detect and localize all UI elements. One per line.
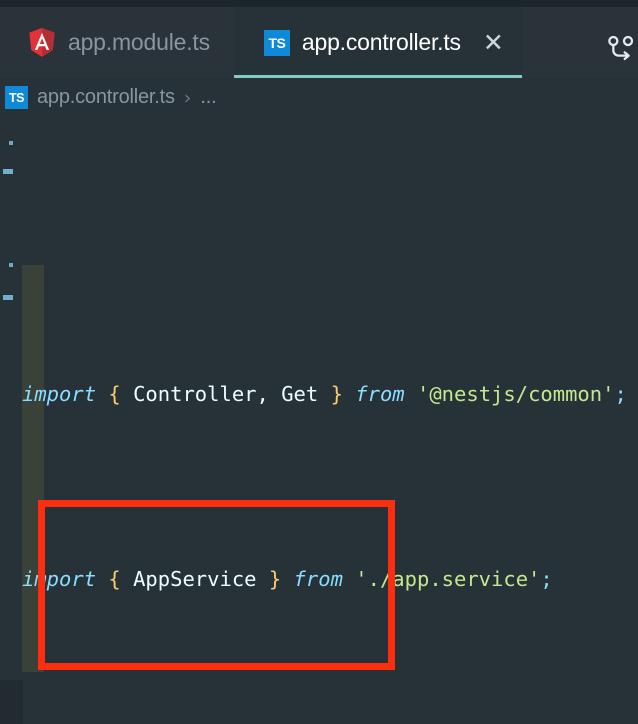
code-line[interactable]: import { Controller, Get } from '@nestjs… (0, 376, 638, 413)
typescript-icon: TS (5, 86, 28, 109)
title-bar-strip (0, 0, 638, 7)
code-editor[interactable]: import { Controller, Get } from '@nestjs… (0, 117, 638, 724)
token-identifier-get: Get (281, 382, 331, 406)
token-keyword-from: from (293, 567, 343, 591)
chevron-right-icon: › (183, 86, 192, 109)
tab-app-controller-ts[interactable]: TS app.controller.ts ✕ (233, 7, 522, 78)
token-semicolon: ; (614, 382, 627, 406)
indent-guide (22, 265, 44, 672)
code-content[interactable]: import { Controller, Get } from '@nestjs… (0, 117, 638, 724)
token-keyword-from: from (355, 382, 405, 406)
close-icon[interactable]: ✕ (483, 30, 504, 55)
angular-icon (29, 27, 55, 57)
tab-app-module-ts[interactable]: app.module.ts (0, 7, 234, 78)
token-semicolon: ; (540, 567, 553, 591)
token-string-module-path: '@nestjs/common' (416, 382, 615, 406)
code-line[interactable]: import { AppService } from './app.servic… (0, 561, 638, 598)
tab-label: app.module.ts (68, 29, 210, 55)
token-brace: { (108, 567, 121, 591)
breadcrumb[interactable]: TS app.controller.ts › ... (0, 78, 638, 117)
vscode-window: app.module.ts TS app.controller.ts ✕ TS … (0, 0, 638, 724)
token-brace: { (108, 382, 121, 406)
tab-label: app.controller.ts (301, 29, 461, 55)
token-string-module-path: './app.service' (355, 567, 541, 591)
token-identifier-controller: Controller, (120, 382, 282, 406)
breadcrumb-item-symbol[interactable]: ... (200, 86, 216, 109)
typescript-icon: TS (263, 29, 290, 56)
token-keyword-import: import (22, 382, 97, 406)
source-control-icon[interactable] (604, 33, 636, 65)
token-keyword-import: import (22, 567, 97, 591)
token-identifier-appservice: AppService (120, 567, 269, 591)
token-brace: } (330, 382, 343, 406)
token-brace: } (268, 567, 282, 591)
editor-tab-bar: app.module.ts TS app.controller.ts ✕ (0, 7, 638, 78)
breadcrumb-item-file[interactable]: app.controller.ts (37, 86, 175, 109)
